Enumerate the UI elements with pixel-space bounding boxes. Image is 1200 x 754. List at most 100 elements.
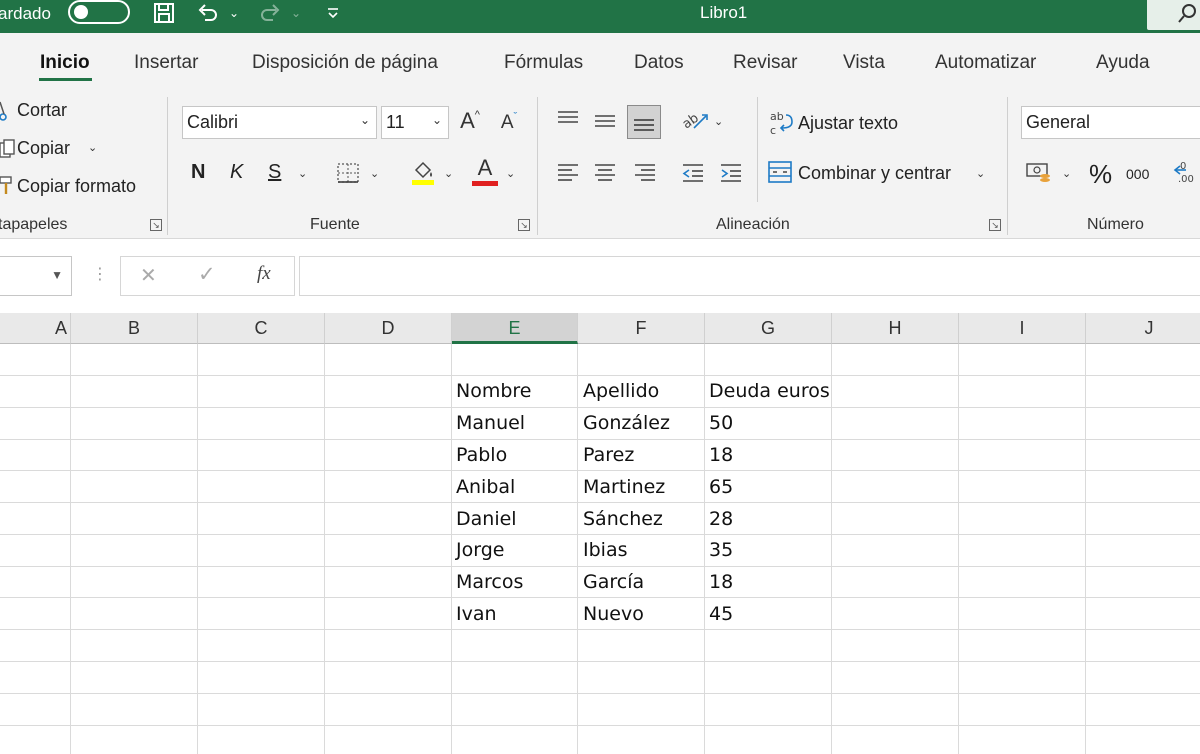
- column-header-b[interactable]: B: [71, 313, 198, 344]
- decrease-font-size-icon[interactable]: Aˇ: [495, 108, 523, 138]
- column-header-f[interactable]: F: [578, 313, 705, 344]
- increase-font-size-icon[interactable]: A ^: [456, 106, 484, 136]
- cell-e2[interactable]: Nombre: [456, 380, 532, 402]
- align-center-icon[interactable]: [591, 161, 619, 185]
- cell-e6[interactable]: Daniel: [456, 508, 517, 530]
- column-header-h[interactable]: H: [832, 313, 959, 344]
- save-icon[interactable]: [150, 0, 178, 26]
- font-dialog-launcher-icon[interactable]: ↘: [518, 219, 530, 231]
- copy-dropdown-icon[interactable]: ⌄: [88, 141, 97, 154]
- cell-e9[interactable]: Ivan: [456, 603, 497, 625]
- cell-e7[interactable]: Jorge: [456, 539, 504, 561]
- cell-g4[interactable]: 18: [709, 444, 733, 466]
- undo-icon[interactable]: [194, 0, 222, 26]
- merge-center-dropdown-icon[interactable]: ⌄: [976, 167, 985, 180]
- wrap-text-button[interactable]: Ajustar texto: [798, 113, 898, 134]
- tab-revisar[interactable]: Revisar: [733, 52, 797, 74]
- cell-g3[interactable]: 50: [709, 412, 733, 434]
- cell-f9[interactable]: Nuevo: [583, 603, 644, 625]
- scissors-icon: [0, 99, 12, 123]
- tab-vista[interactable]: Vista: [843, 52, 885, 74]
- borders-dropdown-icon[interactable]: ⌄: [370, 167, 379, 180]
- underline-dropdown-icon[interactable]: ⌄: [298, 167, 307, 180]
- redo-dropdown-icon[interactable]: ⌄: [288, 0, 304, 26]
- cancel-entry-icon[interactable]: ✕: [140, 263, 157, 288]
- align-left-icon[interactable]: [554, 161, 582, 185]
- search-box[interactable]: [1147, 0, 1200, 30]
- redo-icon[interactable]: [256, 0, 284, 26]
- font-size-dropdown[interactable]: 11 ⌄: [381, 106, 449, 139]
- font-color-icon[interactable]: A: [470, 155, 500, 187]
- gridline: [0, 470, 1200, 471]
- column-header-a[interactable]: A: [0, 313, 71, 344]
- accounting-dropdown-icon[interactable]: ⌄: [1062, 167, 1071, 180]
- cell-f8[interactable]: García: [583, 571, 644, 593]
- orientation-icon[interactable]: ab: [679, 105, 711, 133]
- merge-center-button[interactable]: Combinar y centrar: [798, 163, 951, 184]
- cell-g2[interactable]: Deuda euros: [709, 380, 830, 402]
- decrease-indent-icon[interactable]: [679, 161, 707, 185]
- bold-button[interactable]: N: [191, 161, 205, 184]
- column-header-d[interactable]: D: [325, 313, 452, 344]
- tab-insertar[interactable]: Insertar: [134, 52, 198, 74]
- column-header-j[interactable]: J: [1086, 313, 1200, 344]
- column-header-e[interactable]: E: [452, 313, 578, 344]
- percent-style-button[interactable]: %: [1089, 159, 1112, 190]
- underline-button[interactable]: S: [268, 161, 281, 184]
- cell-e8[interactable]: Marcos: [456, 571, 523, 593]
- cell-f2[interactable]: Apellido: [583, 380, 659, 402]
- tab-disposicion-de-pagina[interactable]: Disposición de página: [252, 52, 438, 74]
- accounting-format-icon[interactable]: [1024, 159, 1054, 187]
- tab-datos[interactable]: Datos: [634, 52, 684, 74]
- align-right-icon[interactable]: [631, 161, 659, 185]
- cell-f7[interactable]: Ibias: [583, 539, 628, 561]
- cell-e4[interactable]: Pablo: [456, 444, 507, 466]
- font-color-dropdown-icon[interactable]: ⌄: [506, 167, 515, 180]
- name-box[interactable]: ▼: [0, 256, 72, 296]
- cell-e3[interactable]: Manuel: [456, 412, 525, 434]
- alignment-dialog-launcher-icon[interactable]: ↘: [989, 219, 1001, 231]
- confirm-entry-icon[interactable]: ✓: [198, 262, 216, 287]
- cut-button[interactable]: Cortar: [17, 100, 67, 121]
- align-middle-icon[interactable]: [591, 109, 619, 133]
- tab-inicio[interactable]: Inicio: [40, 52, 90, 74]
- group-separator: [1007, 97, 1008, 235]
- cell-g9[interactable]: 45: [709, 603, 733, 625]
- cell-f5[interactable]: Martinez: [583, 476, 665, 498]
- tab-formulas[interactable]: Fórmulas: [504, 52, 583, 74]
- clipboard-dialog-launcher-icon[interactable]: ↘: [150, 219, 162, 231]
- comma-style-button[interactable]: 000: [1126, 166, 1149, 182]
- autosave-toggle[interactable]: [68, 0, 130, 24]
- orientation-dropdown-icon[interactable]: ⌄: [714, 115, 723, 128]
- fill-color-icon[interactable]: [408, 157, 438, 187]
- cell-f3[interactable]: González: [583, 412, 670, 434]
- cell-g7[interactable]: 35: [709, 539, 733, 561]
- column-header-g[interactable]: G: [705, 313, 832, 344]
- cell-f4[interactable]: Parez: [583, 444, 634, 466]
- column-header-c[interactable]: C: [198, 313, 325, 344]
- tab-ayuda[interactable]: Ayuda: [1096, 52, 1150, 74]
- cell-f6[interactable]: Sánchez: [583, 508, 663, 530]
- copy-button[interactable]: Copiar: [17, 138, 70, 159]
- cell-g5[interactable]: 65: [709, 476, 733, 498]
- cell-g8[interactable]: 18: [709, 571, 733, 593]
- formula-input[interactable]: [299, 256, 1200, 296]
- cell-g6[interactable]: 28: [709, 508, 733, 530]
- customize-qat-icon[interactable]: [322, 0, 344, 26]
- tab-automatizar[interactable]: Automatizar: [935, 52, 1036, 74]
- font-group-label: Fuente: [310, 216, 360, 233]
- number-format-dropdown[interactable]: General: [1021, 106, 1200, 139]
- align-top-icon[interactable]: [554, 107, 582, 131]
- insert-function-icon[interactable]: fx: [257, 263, 271, 285]
- borders-icon[interactable]: [334, 160, 362, 186]
- align-bottom-icon[interactable]: [627, 105, 661, 139]
- format-painter-button[interactable]: Copiar formato: [17, 176, 136, 197]
- fill-color-dropdown-icon[interactable]: ⌄: [444, 167, 453, 180]
- font-name-dropdown[interactable]: Calibri ⌄: [182, 106, 377, 139]
- undo-dropdown-icon[interactable]: ⌄: [226, 0, 242, 26]
- italic-button[interactable]: K: [230, 161, 243, 184]
- increase-indent-icon[interactable]: [717, 161, 745, 185]
- increase-decimal-icon[interactable]: 0.00: [1172, 159, 1200, 187]
- column-header-i[interactable]: I: [959, 313, 1086, 344]
- cell-e5[interactable]: Anibal: [456, 476, 515, 498]
